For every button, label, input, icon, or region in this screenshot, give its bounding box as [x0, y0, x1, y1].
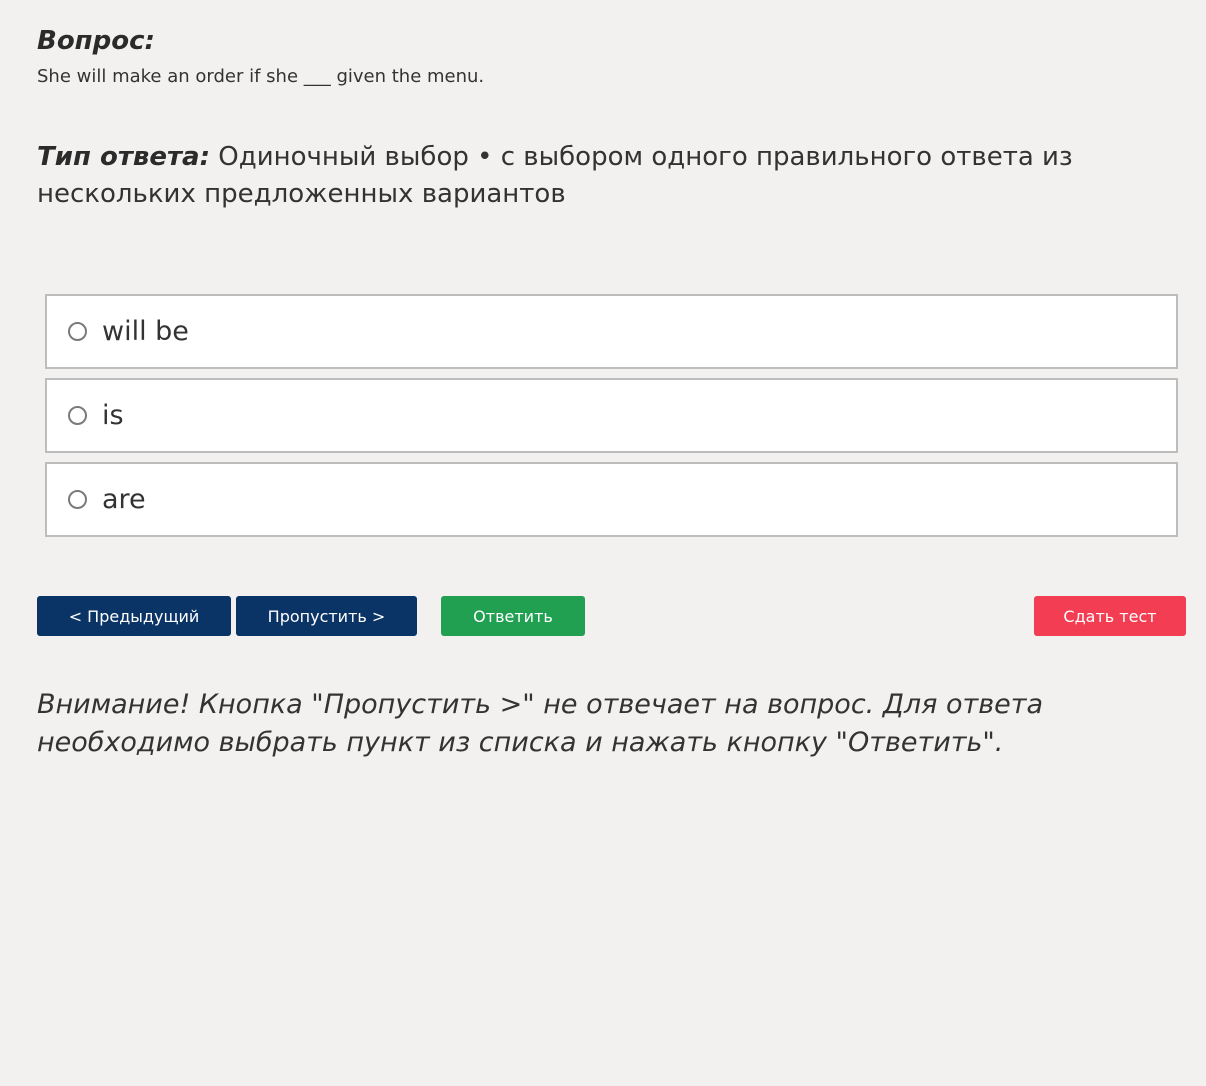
answer-type-label: Тип ответа:	[37, 142, 210, 172]
radio-button[interactable]	[68, 406, 87, 425]
answer-option-is[interactable]: is	[45, 378, 1178, 453]
answer-type: Тип ответа: Одиночный выбор • с выбором …	[37, 139, 1137, 213]
test-page: Вопрос: She will make an order if she __…	[0, 0, 1206, 1086]
previous-button[interactable]: < Предыдущий	[37, 596, 231, 636]
answer-option-are[interactable]: are	[45, 462, 1178, 537]
question-heading: Вопрос:	[37, 26, 155, 56]
answer-option-label: are	[102, 484, 146, 515]
radio-button[interactable]	[68, 322, 87, 341]
answer-option-will-be[interactable]: will be	[45, 294, 1178, 369]
skip-button[interactable]: Пропустить >	[236, 596, 417, 636]
warning-text: Внимание! Кнопка "Пропустить >" не отвеч…	[37, 689, 1044, 758]
radio-button[interactable]	[68, 490, 87, 509]
answer-option-label: will be	[102, 316, 189, 347]
answer-options: will be is are	[45, 294, 1178, 546]
answer-option-label: is	[102, 400, 124, 431]
question-text: She will make an order if she ___ given …	[37, 66, 485, 87]
answer-button[interactable]: Ответить	[441, 596, 585, 636]
submit-test-button[interactable]: Сдать тест	[1034, 596, 1186, 636]
